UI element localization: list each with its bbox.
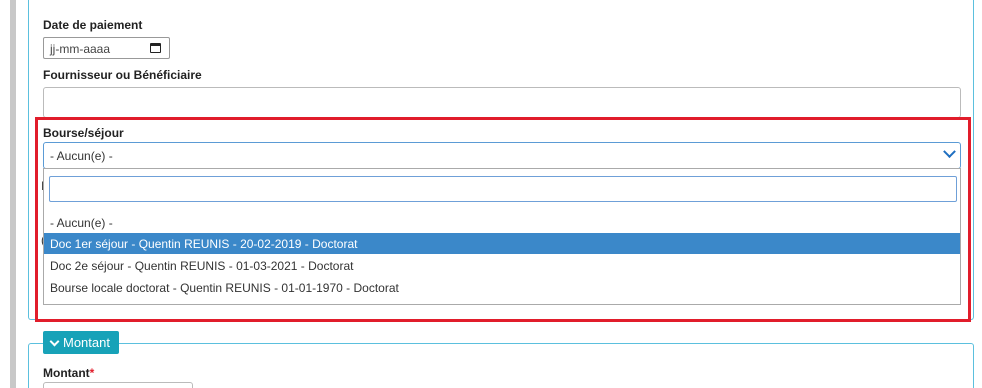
calendar-icon[interactable] [150, 43, 161, 53]
montant-toggle-label: Montant [63, 335, 110, 350]
montant-input[interactable] [43, 382, 193, 388]
montant-toggle-button[interactable]: Montant [43, 331, 119, 354]
date-paiement-label: Date de paiement [43, 18, 143, 32]
highlight-frame [35, 117, 971, 322]
date-placeholder: jj-mm-aaaa [50, 42, 111, 56]
fournisseur-label: Fournisseur ou Bénéficiaire [43, 68, 202, 82]
left-scroll-gutter [10, 0, 16, 388]
fournisseur-input[interactable] [43, 87, 961, 118]
montant-label-text: Montant [43, 366, 90, 380]
required-mark: * [89, 366, 95, 380]
chevron-down-icon [49, 336, 60, 347]
date-paiement-input[interactable]: jj-mm-aaaa [43, 37, 170, 59]
montant-label: Montant* [43, 366, 94, 380]
